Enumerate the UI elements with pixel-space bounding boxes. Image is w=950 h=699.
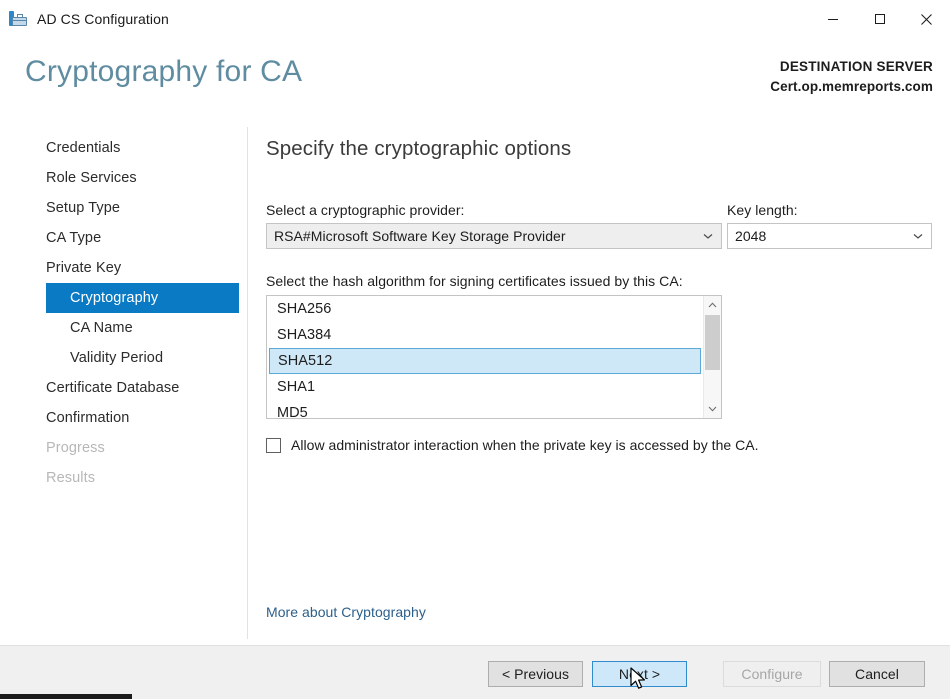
wizard-footer: < Previous Next > Configure Cancel: [0, 645, 950, 699]
allow-admin-interaction-checkbox[interactable]: [266, 437, 281, 453]
body-area: Credentials Role Services Setup Type CA …: [0, 125, 950, 645]
list-item[interactable]: SHA256: [269, 296, 701, 322]
maximize-icon[interactable]: [856, 0, 903, 38]
content-title: Specify the cryptographic options: [266, 137, 572, 160]
title-bar-left: AD CS Configuration: [0, 0, 169, 38]
destination-server-label: DESTINATION SERVER: [779, 59, 933, 74]
hash-algorithm-listbox[interactable]: SHA256 SHA384 SHA512 SHA1 MD5: [266, 295, 722, 419]
ad-cs-configuration-window: AD CS Configuration Cryptography for CA …: [0, 0, 950, 699]
toolbox-icon: [8, 9, 28, 29]
sidebar-item-progress: Progress: [46, 440, 105, 456]
sidebar-item-credentials[interactable]: Credentials: [46, 133, 239, 163]
list-item[interactable]: SHA1: [269, 374, 701, 400]
provider-label: Select a cryptographic provider:: [266, 202, 465, 218]
hash-algorithm-label: Select the hash algorithm for signing ce…: [266, 273, 683, 289]
taskbar-edge: [0, 694, 132, 699]
sidebar-item-results: Results: [46, 470, 96, 486]
sidebar-item-certificate-database[interactable]: Certificate Database: [46, 373, 239, 403]
destination-server-name: Cert.op.memreports.com: [770, 79, 933, 94]
wizard-sidebar: Credentials Role Services Setup Type CA …: [0, 125, 247, 645]
window-title: AD CS Configuration: [37, 11, 169, 27]
title-bar: AD CS Configuration: [0, 0, 950, 41]
page-header: Cryptography for CA DESTINATION SERVER C…: [0, 41, 950, 125]
more-about-cryptography-link[interactable]: More about Cryptography: [266, 604, 426, 620]
list-item-selected[interactable]: SHA512: [269, 348, 701, 374]
key-length-select[interactable]: 2048: [727, 223, 932, 249]
sidebar-item-ca-type[interactable]: CA Type: [46, 223, 239, 253]
destination-server-block: DESTINATION SERVER Cert.op.memreports.co…: [770, 57, 933, 97]
sidebar-item-private-key[interactable]: Private Key: [46, 253, 239, 283]
hash-algorithm-options: SHA256 SHA384 SHA512 SHA1 MD5: [267, 296, 703, 418]
list-item[interactable]: MD5: [269, 400, 701, 418]
chevron-down-icon[interactable]: [704, 400, 721, 418]
listbox-scrollbar[interactable]: [703, 296, 721, 418]
list-item[interactable]: SHA384: [269, 322, 701, 348]
chevron-up-icon[interactable]: [704, 296, 721, 314]
allow-admin-interaction-label: Allow administrator interaction when the…: [291, 437, 759, 453]
sidebar-item-validity-period[interactable]: Validity Period: [46, 343, 239, 373]
window-controls: [809, 0, 950, 38]
sidebar-item-confirmation[interactable]: Confirmation: [46, 403, 239, 433]
previous-button[interactable]: < Previous: [488, 661, 583, 687]
cancel-button[interactable]: Cancel: [829, 661, 925, 687]
allow-admin-interaction-row[interactable]: Allow administrator interaction when the…: [266, 437, 759, 453]
cryptographic-provider-select[interactable]: RSA#Microsoft Software Key Storage Provi…: [266, 223, 722, 249]
sidebar-item-role-services[interactable]: Role Services: [46, 163, 239, 193]
key-length-label: Key length:: [727, 202, 798, 218]
configure-button: Configure: [723, 661, 821, 687]
sidebar-item-ca-name[interactable]: CA Name: [46, 313, 239, 343]
scrollbar-thumb[interactable]: [705, 315, 720, 370]
minimize-icon[interactable]: [809, 0, 856, 38]
sidebar-item-setup-type[interactable]: Setup Type: [46, 193, 239, 223]
chevron-down-icon: [703, 233, 713, 239]
sidebar-item-cryptography[interactable]: Cryptography: [46, 283, 239, 313]
chevron-down-icon: [913, 233, 923, 239]
close-icon[interactable]: [903, 0, 950, 38]
next-button[interactable]: Next >: [592, 661, 687, 687]
page-title: Cryptography for CA: [25, 55, 303, 88]
content-pane: Specify the cryptographic options Select…: [248, 125, 950, 645]
